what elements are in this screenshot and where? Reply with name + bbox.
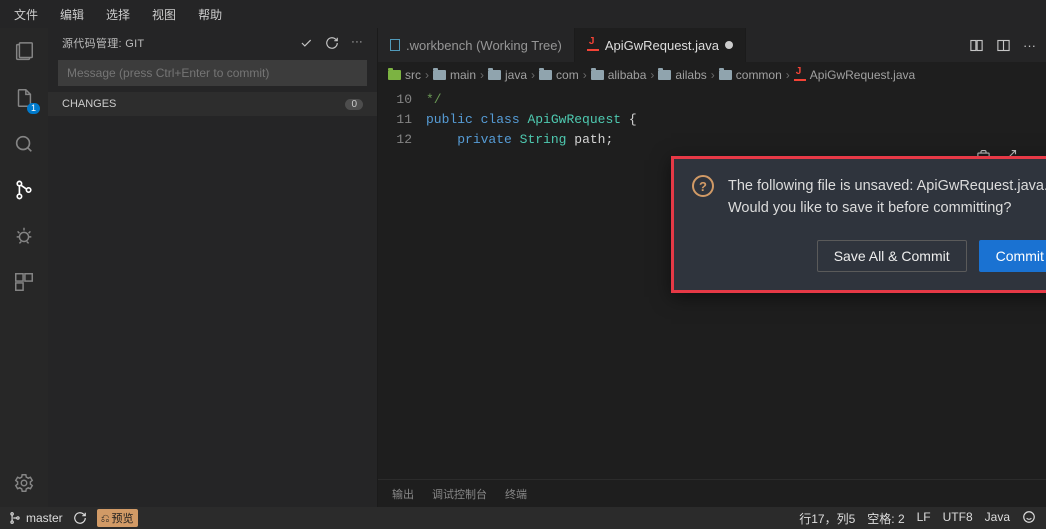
status-eol[interactable]: LF <box>917 510 931 527</box>
changes-count: 0 <box>345 99 363 110</box>
java-icon <box>587 39 599 51</box>
java-icon <box>794 69 806 81</box>
more-icon[interactable]: ··· <box>351 36 363 50</box>
sidebar-title-label: 源代码管理: GIT <box>62 35 144 51</box>
save-all-commit-button[interactable]: Save All & Commit <box>817 240 967 272</box>
compare-icon[interactable] <box>969 38 984 53</box>
refresh-icon[interactable] <box>325 36 339 50</box>
unsaved-dialog: ? The following file is unsaved: ApiGwRe… <box>671 156 1046 293</box>
sync-icon[interactable] <box>73 511 87 525</box>
statusbar: master ⎌预览 行17，列5 空格: 2 LF UTF8 Java <box>0 507 1046 529</box>
extensions-icon[interactable] <box>10 268 38 296</box>
preview-flag[interactable]: ⎌预览 <box>97 509 138 527</box>
sidebar: 源代码管理: GIT ··· CHANGES 0 <box>48 28 378 507</box>
question-icon: ? <box>692 175 714 197</box>
folder-icon <box>719 70 732 80</box>
folder-icon <box>488 70 501 80</box>
editor-area: .workbench (Working Tree) ApiGwRequest.j… <box>378 28 1046 507</box>
activitybar: 1 <box>0 28 48 507</box>
tab-apigwrequest[interactable]: ApiGwRequest.java <box>575 28 746 62</box>
menu-help[interactable]: 帮助 <box>188 2 232 27</box>
branch-indicator[interactable]: master <box>8 511 63 525</box>
tab-label: ApiGwRequest.java <box>605 38 719 53</box>
tabs: .workbench (Working Tree) ApiGwRequest.j… <box>378 28 1046 62</box>
status-lang[interactable]: Java <box>985 510 1010 527</box>
dialog-message: The following file is unsaved: ApiGwRequ… <box>728 175 1046 220</box>
changes-header[interactable]: CHANGES 0 <box>48 92 377 116</box>
menu-view[interactable]: 视图 <box>142 2 186 27</box>
status-lncol[interactable]: 行17，列5 <box>799 510 855 527</box>
menu-select[interactable]: 选择 <box>96 2 140 27</box>
panel-tab-debug[interactable]: 调试控制台 <box>432 486 487 502</box>
breadcrumbs[interactable]: src› main› java› com› alibaba› ailabs› c… <box>378 62 1046 88</box>
unsaved-dot-icon <box>725 41 733 49</box>
changes-label: CHANGES <box>62 98 116 110</box>
tab-label: .workbench (Working Tree) <box>406 38 562 53</box>
status-spaces[interactable]: 空格: 2 <box>867 510 904 527</box>
tab-workbench[interactable]: .workbench (Working Tree) <box>378 28 575 62</box>
more-icon[interactable]: ··· <box>1023 38 1036 53</box>
source-control-icon[interactable] <box>10 176 38 204</box>
gear-icon[interactable] <box>10 469 38 497</box>
commit-anyway-button[interactable]: Commit Anyway <box>979 240 1046 272</box>
commit-input-wrap <box>58 60 367 86</box>
folder-icon <box>388 70 401 80</box>
folder-icon <box>658 70 671 80</box>
files-badge: 1 <box>27 103 40 114</box>
status-encoding[interactable]: UTF8 <box>943 510 973 527</box>
files-icon[interactable]: 1 <box>10 84 38 112</box>
panel-tabs: 输出 调试控制台 终端 <box>378 479 1046 507</box>
menubar: 文件 编辑 选择 视图 帮助 <box>0 0 1046 28</box>
debug-icon[interactable] <box>10 222 38 250</box>
folder-icon <box>433 70 446 80</box>
explorer-icon[interactable] <box>10 38 38 66</box>
commit-message-input[interactable] <box>58 60 367 86</box>
folder-icon <box>591 70 604 80</box>
feedback-icon[interactable] <box>1022 510 1036 527</box>
file-icon <box>390 39 400 51</box>
menu-file[interactable]: 文件 <box>4 2 48 27</box>
search-icon[interactable] <box>10 130 38 158</box>
commit-check-icon[interactable] <box>299 36 313 50</box>
panel-tab-output[interactable]: 输出 <box>392 486 414 502</box>
split-icon[interactable] <box>996 38 1011 53</box>
folder-icon <box>539 70 552 80</box>
gutter: 10 11 12 <box>378 88 426 479</box>
panel-tab-terminal[interactable]: 终端 <box>505 486 527 502</box>
sidebar-title: 源代码管理: GIT ··· <box>48 28 377 58</box>
menu-edit[interactable]: 编辑 <box>50 2 94 27</box>
